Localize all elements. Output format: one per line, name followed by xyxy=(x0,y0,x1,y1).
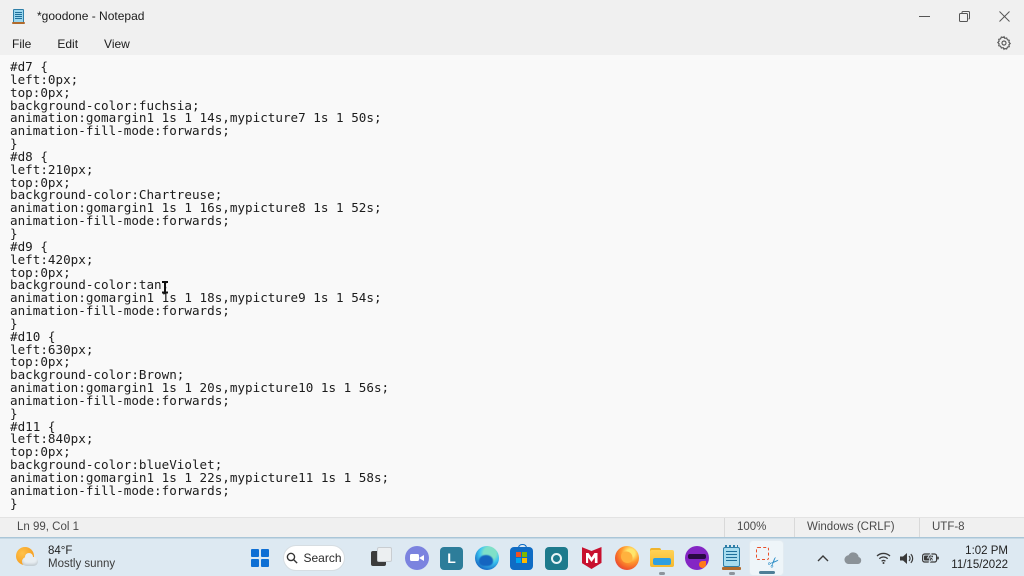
taskbar-app-l[interactable]: L xyxy=(434,540,469,576)
text-editor-area[interactable]: #d7 { left:0px; top:0px; background-colo… xyxy=(0,55,1024,517)
taskbar-app-mcafee[interactable] xyxy=(574,540,609,576)
taskbar-app-edge[interactable] xyxy=(469,540,504,576)
encoding[interactable]: UTF-8 xyxy=(919,518,1024,537)
search-box[interactable]: Search xyxy=(283,545,345,571)
taskbar-app-store[interactable] xyxy=(504,540,539,576)
file-explorer-icon xyxy=(649,548,674,568)
teams-chat-icon xyxy=(404,546,429,570)
taskbar-app-purple-mask[interactable] xyxy=(679,540,714,576)
microsoft-store-icon xyxy=(510,543,533,570)
weather-widget[interactable]: 84°F Mostly sunny xyxy=(14,541,115,575)
taskbar-app-snipping-tool[interactable]: ✂ xyxy=(749,540,784,576)
restore-button[interactable] xyxy=(944,0,984,32)
wifi-icon[interactable] xyxy=(876,552,891,564)
battery-charging-icon[interactable] xyxy=(922,553,940,563)
weather-temperature: 84°F xyxy=(48,545,73,557)
zoom-level[interactable]: 100% xyxy=(724,518,794,537)
caption-buttons xyxy=(904,0,1024,32)
volume-icon[interactable] xyxy=(900,552,915,565)
windows-logo-icon xyxy=(250,549,269,567)
notepad-app-icon xyxy=(11,8,26,24)
taskbar: 84°F Mostly sunny Search L ✂ 1:02 PM 11/… xyxy=(0,538,1024,576)
hidden-icons-chevron[interactable] xyxy=(817,554,829,562)
snipping-tool-icon: ✂ xyxy=(755,546,783,572)
running-indicator xyxy=(728,572,735,575)
weather-sun-cloud-icon xyxy=(14,546,40,570)
mcafee-shield-icon xyxy=(580,546,604,570)
l-app-icon: L xyxy=(440,546,463,570)
menu-view[interactable]: View xyxy=(98,35,136,53)
edge-browser-icon xyxy=(474,546,499,570)
taskbar-app-firefox[interactable] xyxy=(609,540,644,576)
cursor-position: Ln 99, Col 1 xyxy=(17,521,80,533)
purple-mask-app-icon xyxy=(684,546,709,570)
circle-app-icon xyxy=(545,546,568,570)
menu-file[interactable]: File xyxy=(6,35,37,53)
clock-date: 11/15/2022 xyxy=(951,559,1008,571)
firefox-icon xyxy=(614,546,639,570)
notepad-window: *goodone - Notepad File Edit View #d7 { … xyxy=(0,0,1024,576)
taskbar-clock[interactable]: 1:02 PM 11/15/2022 xyxy=(951,544,1008,572)
close-button[interactable] xyxy=(984,0,1024,32)
titlebar: *goodone - Notepad xyxy=(0,0,1024,32)
minimize-button[interactable] xyxy=(904,0,944,32)
running-indicator xyxy=(658,572,665,575)
settings-gear-icon[interactable] xyxy=(996,35,1012,51)
task-view-icon xyxy=(370,546,394,570)
window-title: *goodone - Notepad xyxy=(37,9,145,23)
notepad-taskbar-icon xyxy=(721,544,742,570)
taskbar-app-circle[interactable] xyxy=(539,540,574,576)
search-label: Search xyxy=(303,551,342,565)
onedrive-cloud-icon[interactable] xyxy=(843,551,863,565)
clock-time: 1:02 PM xyxy=(965,545,1008,557)
active-indicator xyxy=(758,571,775,574)
system-tray: 1:02 PM 11/15/2022 xyxy=(817,539,1024,576)
statusbar: Ln 99, Col 1 100% Windows (CRLF) UTF-8 xyxy=(0,517,1024,537)
start-button[interactable] xyxy=(242,540,277,576)
taskbar-app-task-view[interactable] xyxy=(364,540,399,576)
menu-edit[interactable]: Edit xyxy=(51,35,84,53)
weather-condition: Mostly sunny xyxy=(48,558,116,570)
menubar: File Edit View xyxy=(0,32,1024,55)
taskbar-app-teams-chat[interactable] xyxy=(399,540,434,576)
taskbar-app-file-explorer[interactable] xyxy=(644,540,679,576)
search-icon xyxy=(287,552,299,564)
taskbar-app-notepad[interactable] xyxy=(714,540,749,576)
line-ending[interactable]: Windows (CRLF) xyxy=(794,518,919,537)
